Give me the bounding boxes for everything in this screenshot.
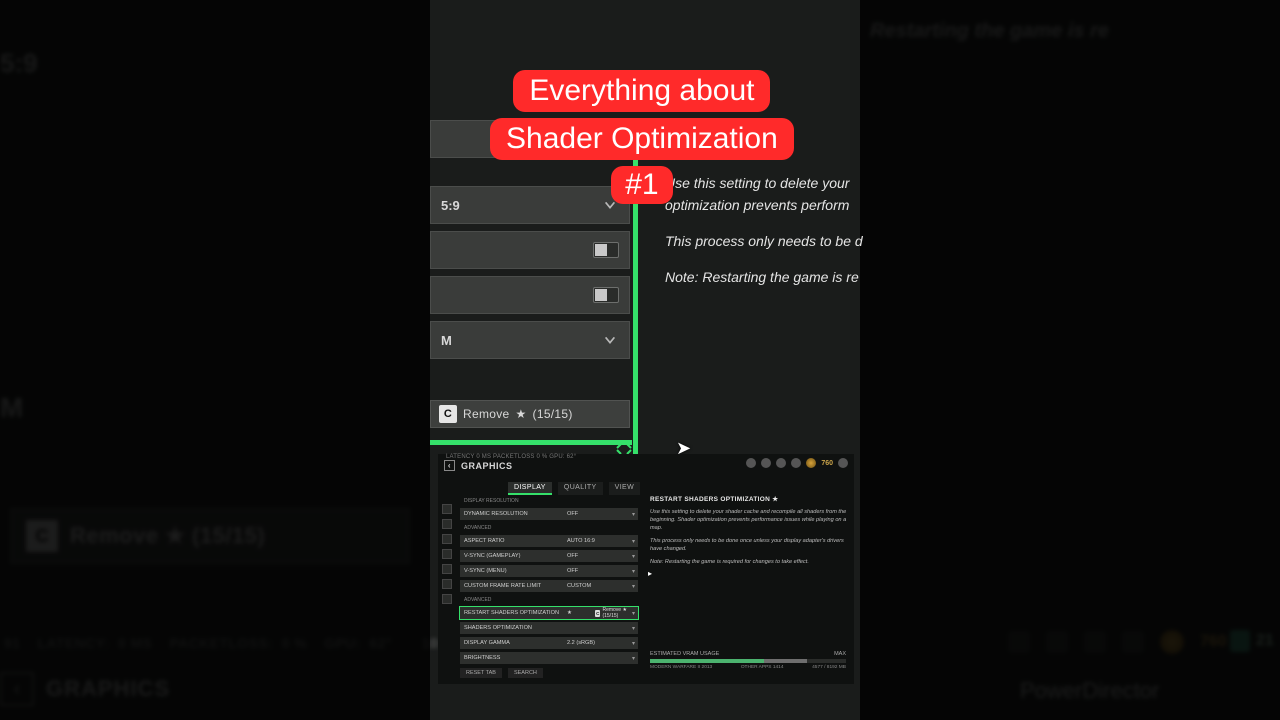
mini-settings-window: LATENCY 0 MS PACKETLOSS 0 % GPU: 62° ‹ G…	[438, 454, 854, 684]
mini-title: GRAPHICS	[461, 461, 513, 471]
mini-setting-row[interactable]: BRIGHTNESS▾	[460, 652, 638, 664]
vram-bar	[650, 659, 846, 663]
toggle-icon[interactable]	[593, 287, 619, 303]
mini-setting-row[interactable]: ASPECT RATIOAUTO 16:9▾	[460, 535, 638, 547]
mini-section-header: DISPLAY RESOLUTION	[460, 496, 638, 505]
mini-desc-p2: This process only needs to be done once …	[650, 537, 850, 553]
cat-icon[interactable]	[442, 579, 452, 589]
cat-icon[interactable]	[442, 549, 452, 559]
mini-setting-row[interactable]: CUSTOM FRAME RATE LIMITCUSTOM▾	[460, 580, 638, 592]
mini-setting-value: 2.2 (sRGB)	[567, 640, 627, 646]
mini-settings-list: DISPLAY RESOLUTIONDYNAMIC RESOLUTIONOFF▾…	[460, 496, 638, 664]
caption-overlay: Everything about Shader Optimization #1	[490, 70, 794, 204]
caption-line-1: Everything about	[513, 70, 770, 112]
remove-star-hint: C Remove ★ (15/15)	[595, 609, 635, 617]
bell-icon[interactable]	[776, 458, 786, 468]
mini-setting-row[interactable]: V-SYNC (MENU)OFF▾	[460, 565, 638, 577]
chevron-down-icon: ▾	[632, 640, 635, 647]
chevron-down-icon: ▾	[632, 538, 635, 545]
vram-label: ESTIMATED VRAM USAGE	[650, 651, 719, 657]
tab-quality[interactable]: QUALITY	[558, 482, 603, 495]
mini-points: 760	[821, 460, 833, 467]
video-pillarbox-right	[860, 0, 1280, 720]
tab-display[interactable]: DISPLAY	[508, 482, 552, 495]
mini-tabs: DISPLAY QUALITY VIEW	[508, 482, 640, 495]
mini-setting-row[interactable]: DYNAMIC RESOLUTIONOFF▾	[460, 508, 638, 520]
mini-setting-row[interactable]: SHADERS OPTIMIZATION▾	[460, 622, 638, 634]
cat-icon[interactable]	[442, 594, 452, 604]
vram-max: MAX	[834, 651, 846, 657]
setting-row-custom[interactable]: M	[430, 321, 630, 359]
setting-row-toggle-2[interactable]	[430, 231, 630, 269]
video-pillarbox-left	[0, 0, 430, 720]
chevron-down-icon: ▾	[632, 583, 635, 590]
description-line-4: Note: Restarting the game is re	[665, 266, 1085, 288]
chevron-down-icon: ▾	[632, 625, 635, 632]
selection-highlight-rail-bottom	[430, 440, 632, 445]
cat-icon[interactable]	[442, 534, 452, 544]
remove-favorites-button[interactable]: C Remove ★ (15/15)	[430, 400, 630, 428]
remove-label: Remove	[463, 407, 509, 421]
custom-value: M	[441, 333, 452, 348]
search-button[interactable]: SEARCH	[508, 668, 543, 678]
chevron-down-icon	[601, 331, 619, 349]
cat-icon[interactable]	[442, 564, 452, 574]
cat-icon[interactable]	[442, 519, 452, 529]
mini-setting-value: AUTO 16:9	[567, 538, 627, 544]
mini-setting-value: OFF	[567, 568, 627, 574]
back-button[interactable]: ‹	[444, 460, 455, 471]
headset-icon[interactable]	[761, 458, 771, 468]
chevron-down-icon: ▾	[632, 511, 635, 518]
remove-count: (15/15)	[533, 407, 573, 421]
chevron-down-icon: ▾	[632, 553, 635, 560]
vram-legend-total: 4577 / 8192 MB	[812, 665, 846, 670]
expand-icon[interactable]	[616, 442, 632, 454]
reset-tab-button[interactable]: RESET TAB	[460, 668, 502, 678]
mini-setting-value: CUSTOM	[567, 583, 627, 589]
mini-setting-value: OFF	[567, 553, 627, 559]
mini-section-header: ADVANCED	[460, 523, 638, 532]
mini-status-bar: 760	[746, 458, 848, 468]
coin-icon	[806, 458, 816, 468]
center-video-column: 5:9 M C Remove ★ (15/15) AD	[430, 0, 860, 720]
mini-section-header: ADVANCED	[460, 595, 638, 604]
mini-desc-title: RESTART SHADERS OPTIMIZATION ★	[650, 496, 850, 504]
mini-setting-row[interactable]: V-SYNC (GAMEPLAY)OFF▾	[460, 550, 638, 562]
mini-category-rail	[442, 504, 454, 604]
mini-description-panel: RESTART SHADERS OPTIMIZATION ★ Use this …	[650, 496, 850, 571]
toggle-icon[interactable]	[593, 242, 619, 258]
vram-legend-game: MODERN WARFARE II 2013	[650, 665, 712, 670]
mini-desc-p3: Note: Restarting the game is required fo…	[650, 558, 850, 566]
mini-setting-row[interactable]: RESTART SHADERS OPTIMIZATION★▾C Remove ★…	[460, 607, 638, 619]
mini-setting-row[interactable]: DISPLAY GAMMA2.2 (sRGB)▾	[460, 637, 638, 649]
vram-usage: ESTIMATED VRAM USAGE MAX MODERN WARFARE …	[650, 651, 846, 670]
caption-line-3: #1	[611, 166, 672, 204]
cat-icon[interactable]	[442, 504, 452, 514]
aspect-ratio-value: 5:9	[441, 198, 460, 213]
mini-setting-value: OFF	[567, 511, 627, 517]
description-line-3: This process only needs to be d	[665, 230, 1085, 252]
mini-breadcrumb: ‹ GRAPHICS	[444, 460, 513, 471]
chevron-down-icon: ▾	[632, 655, 635, 662]
vram-legend-other: OTHER APPS 1414	[741, 665, 784, 670]
gear-icon[interactable]	[791, 458, 801, 468]
party-icon[interactable]	[838, 458, 848, 468]
caption-line-2: Shader Optimization	[490, 118, 794, 160]
tab-view[interactable]: VIEW	[609, 482, 641, 495]
grid-icon[interactable]	[746, 458, 756, 468]
star-icon: ★	[515, 407, 526, 421]
chevron-down-icon: ▾	[632, 568, 635, 575]
mini-cursor-icon: ▸	[648, 569, 652, 578]
setting-row-toggle-3[interactable]	[430, 276, 630, 314]
mini-footer: RESET TAB SEARCH	[460, 668, 543, 678]
mini-desc-p1: Use this setting to delete your shader c…	[650, 508, 850, 532]
keycap-c-icon: C	[439, 405, 457, 423]
